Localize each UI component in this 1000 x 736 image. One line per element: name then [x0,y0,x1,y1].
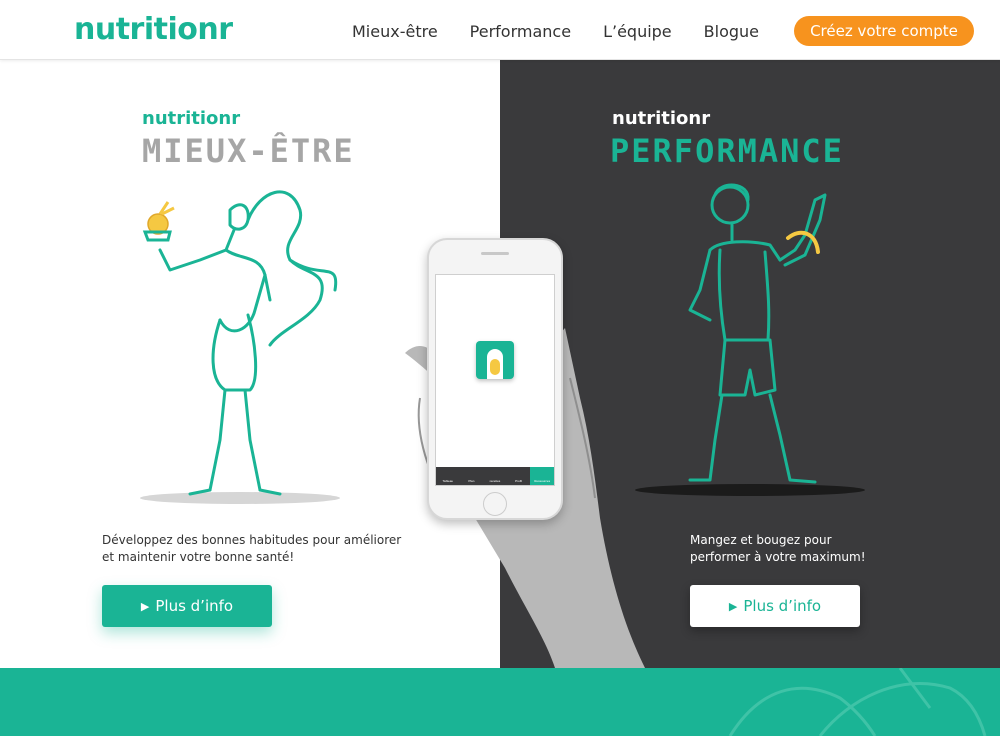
wellness-title: MIEUX-ÊTRE [142,132,355,170]
spoon-icon [490,359,500,375]
wellness-more-info-label: Plus d’info [155,597,234,615]
app-tab-bar: Tableau Plan recettes Profil Ressources [436,467,554,485]
performance-description: Mangez et bougez pour performer à votre … [690,532,866,566]
wellness-description: Développez des bonnes habitudes pour amé… [102,532,401,566]
app-icon [476,341,514,379]
performance-description-line-1: Mangez et bougez pour [690,533,832,547]
footer-band [0,668,1000,736]
phone-speaker [481,252,509,255]
wellness-description-line-2: et maintenir votre bonne santé! [102,550,295,564]
phone-mockup: Tableau Plan recettes Profil Ressources [427,238,563,520]
tab-recettes[interactable]: recettes [483,467,507,485]
tab-ressources[interactable]: Ressources [530,467,554,485]
man-illustration [635,183,865,496]
tab-tableau[interactable]: Tableau [436,467,460,485]
performance-title: PERFORMANCE [610,132,844,170]
tab-plan[interactable]: Plan [460,467,484,485]
top-navigation-bar: nutritionr Mieux-être Performance L’équi… [0,0,1000,60]
tab-profil[interactable]: Profil [507,467,531,485]
nav-item-blogue[interactable]: Blogue [704,22,759,41]
site-logo[interactable]: nutritionr [74,12,233,47]
performance-more-info-label: Plus d’info [743,597,822,615]
play-icon: ▶ [140,599,150,613]
nav-item-equipe[interactable]: L’équipe [603,22,672,41]
wellness-more-info-button[interactable]: ▶ Plus d’info [102,585,272,627]
performance-more-info-button[interactable]: ▶ Plus d’info [690,585,860,627]
woman-illustration [140,190,340,504]
performance-description-line-2: performer à votre maximum! [690,550,866,564]
footer-decoration [728,668,987,736]
nav-item-mieux-etre[interactable]: Mieux-être [352,22,438,41]
create-account-button[interactable]: Créez votre compte [794,16,974,46]
wellness-description-line-1: Développez des bonnes habitudes pour amé… [102,533,402,547]
play-icon: ▶ [728,599,738,613]
phone-screen: Tableau Plan recettes Profil Ressources [435,274,555,486]
home-button[interactable] [483,492,507,516]
main-nav: Mieux-être Performance L’équipe Blogue [352,22,759,41]
wellness-brand: nutritionr [142,108,241,129]
nav-item-performance[interactable]: Performance [470,22,571,41]
performance-brand: nutritionr [612,108,711,129]
